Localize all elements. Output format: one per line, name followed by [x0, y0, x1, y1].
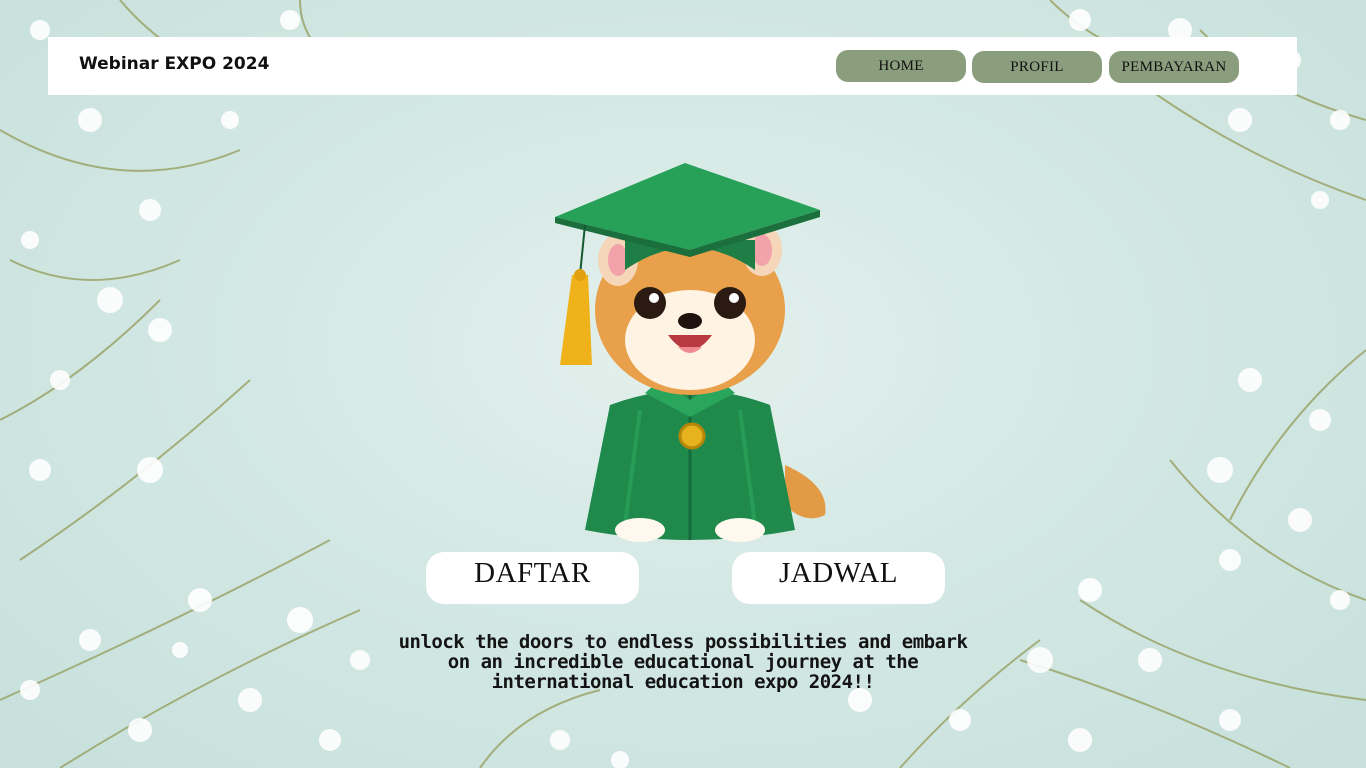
hero-tagline: unlock the doors to endless possibilitie… — [398, 631, 968, 693]
nav-profil-button[interactable]: PROFIL — [972, 51, 1102, 83]
nav-pembayaran-button[interactable]: PEMBAYARAN — [1109, 51, 1239, 83]
nav-home-button[interactable]: HOME — [836, 50, 966, 82]
top-navbar: Webinar EXPO 2024 HOME PROFIL PEMBAYARAN — [48, 37, 1297, 95]
brand-title[interactable]: Webinar EXPO 2024 — [79, 54, 269, 74]
graduate-hamster-illustration — [555, 163, 826, 542]
jadwal-button[interactable]: JADWAL — [732, 552, 945, 604]
daftar-button[interactable]: DAFTAR — [426, 552, 639, 604]
